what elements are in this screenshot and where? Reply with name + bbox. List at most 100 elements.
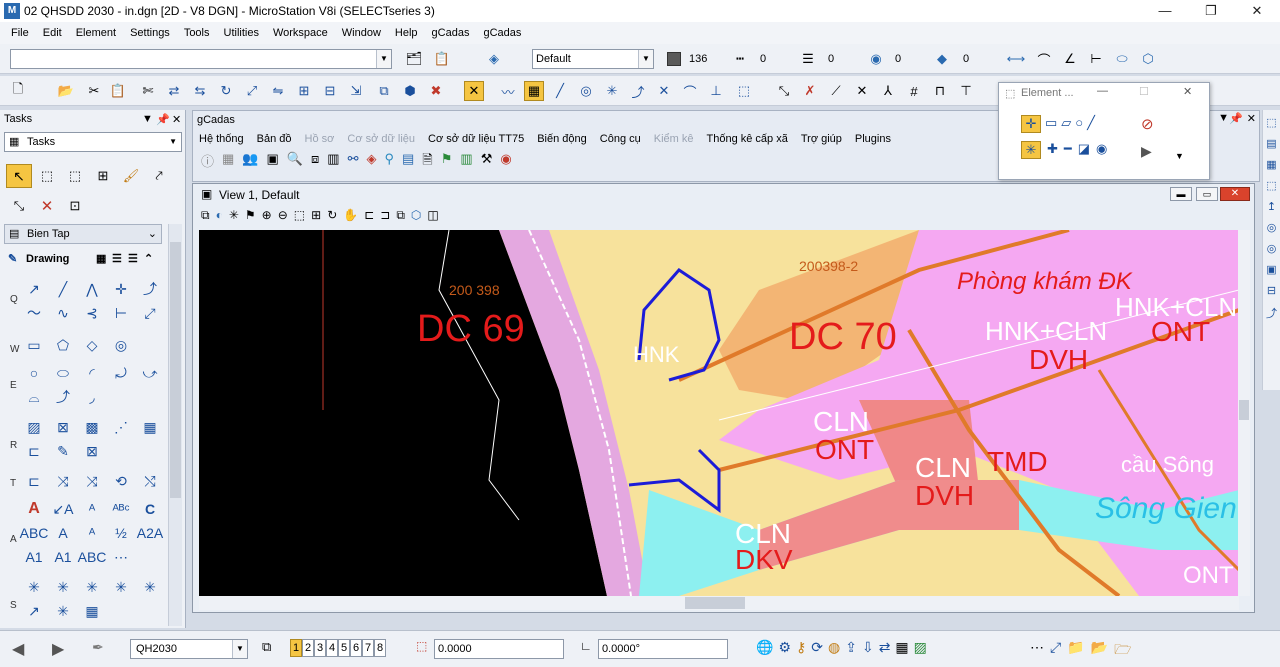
minimize-button[interactable]: — [1142,0,1188,22]
move-icon[interactable]: ⇄ [164,81,184,101]
gcadas-menu-he-thong[interactable]: Hệ thống [199,133,244,145]
place-circle-tool-icon[interactable]: ○ [22,362,46,384]
scale-tool-icon[interactable]: ⤡ [6,194,32,218]
rotation-field[interactable]: 0.0000 [434,639,564,659]
color-swatch-icon[interactable] [664,49,684,69]
menu-element[interactable]: Element [69,27,123,39]
badge-icon[interactable]: ◍ [828,639,840,656]
compare-icon[interactable]: ⇄ [879,639,891,656]
place-half-ellipse-icon[interactable]: ⤾ [109,362,133,384]
view-minimize-button[interactable]: ▬ [1170,187,1192,201]
horizontal-scroll-thumb[interactable] [685,597,745,609]
place-multiline-icon[interactable]: ⋀ [80,278,104,300]
users-icon[interactable]: 👥 [242,151,258,173]
scale-icon[interactable]: ⤢ [242,81,262,101]
group-icon[interactable]: ⧉ [374,81,394,101]
right-tool-4-icon[interactable]: ⬚ [1266,179,1276,192]
select-cell-icon[interactable]: ⤨ [51,470,75,492]
menu-utilities[interactable]: Utilities [217,27,266,39]
gcadas-menu-ban-do[interactable]: Bản đồ [257,133,292,145]
snap-origin-icon[interactable]: ✳ [138,576,162,598]
snap-keypoint-icon[interactable]: ✳ [51,576,75,598]
measure-icon[interactable]: ⊤ [956,81,976,101]
view-display-icon[interactable]: ✳ [229,208,239,223]
drop-cell-icon[interactable]: ⤭ [138,470,162,492]
gcadas-menu-plugins[interactable]: Plugins [855,133,891,145]
match-pattern-icon[interactable]: ⊏ [22,440,46,462]
place-line-tool-icon[interactable]: ╱ [51,278,75,300]
analyze-icon[interactable]: ⤤ [146,164,172,188]
linear-dimension-icon[interactable]: ⊢ [1086,49,1106,69]
mirror-icon[interactable]: ⇋ [268,81,288,101]
place-arc-icon[interactable]: ◜ [80,362,104,384]
copy-view-icon[interactable]: ⧉ [396,208,405,223]
right-tool-6-icon[interactable]: ◎ [1267,221,1277,234]
active-level-select[interactable]: ▼ [10,49,392,69]
folder-link-icon[interactable]: 🗁 [1114,639,1131,663]
grid-icon[interactable]: ▦ [222,151,234,173]
ruler-icon[interactable]: ⊓ [930,81,950,101]
change-text-icon[interactable]: C [138,498,162,520]
info-icon[interactable]: ⓘ [201,151,214,173]
element-fill-icon[interactable]: ◪ [1078,141,1090,159]
menu-gcadas-1[interactable]: gCadas [425,27,477,39]
view-group-icon[interactable]: ⧉ [262,639,271,655]
image-tool-icon[interactable]: ▨ [914,639,927,656]
detail-view-icon[interactable]: ☰ [128,250,138,268]
cut-icon[interactable]: ✂ [84,81,104,101]
menu-tools[interactable]: Tools [177,27,217,39]
new-file-icon[interactable]: 🗋 [8,81,28,101]
identify-cell-icon[interactable]: ⤨ [80,470,104,492]
view-4-button[interactable]: 4 [326,639,338,657]
stretch-status-icon[interactable]: ⤢ [1050,639,1061,663]
zoom-in-icon[interactable]: ⊕ [262,208,272,223]
element-line-icon[interactable]: ╱ [1087,115,1095,133]
arc-dimension-icon[interactable]: ⌒ [1034,49,1054,69]
transparency-icon[interactable]: ◉ [866,49,886,69]
pattern-icon[interactable]: ▩ [80,416,104,438]
dots-icon[interactable]: ⋯ [1030,639,1044,663]
display-mode-icon[interactable]: ◐ [216,208,223,223]
modify-arc-icon[interactable]: ⤻ [138,362,162,384]
right-tool-2-icon[interactable]: ▤ [1266,137,1276,150]
camera-icon[interactable]: ◫ [427,208,438,223]
download-icon[interactable]: ⇩ [862,639,874,656]
view-5-button[interactable]: 5 [338,639,350,657]
menu-window[interactable]: Window [335,27,388,39]
view-3-button[interactable]: 3 [314,639,326,657]
arc-radius-icon[interactable]: ⤴ [51,386,75,408]
place-orthogonal-icon[interactable]: ◇ [80,334,104,356]
right-tool-5-icon[interactable]: ↥ [1267,200,1276,213]
sync-icon[interactable]: ⟳ [811,639,823,656]
element-rectangle-icon[interactable]: ▭ [1045,115,1057,133]
place-ellipse-icon[interactable]: ⬭ [51,362,75,384]
place-curve-icon[interactable]: 〜 [22,302,46,324]
smartline-icon[interactable]: 〰 [498,81,518,101]
place-stream-icon[interactable]: ⤴ [138,278,162,300]
view-1-button[interactable]: 1 [290,639,302,657]
view-6-button[interactable]: 6 [350,639,362,657]
element-circle-icon[interactable]: ○ [1075,115,1083,133]
break-icon[interactable]: ⅄ [878,81,898,101]
map-flag-icon[interactable]: ⚑ [441,151,453,173]
circle-icon[interactable]: ◎ [576,81,596,101]
view-attributes-icon[interactable]: ⧉ [201,208,210,223]
panel-dropdown-icon[interactable]: ▼ [142,113,153,125]
frame-icon[interactable]: ⧈ [311,151,319,173]
layers-icon[interactable]: ◈ [366,151,376,173]
panel-scrollbar[interactable] [168,224,182,626]
trim-icon[interactable]: ⊥ [706,81,726,101]
view-horizontal-scrollbar[interactable] [199,596,1239,610]
menu-file[interactable]: File [4,27,36,39]
menu-help[interactable]: Help [388,27,425,39]
place-line-icon[interactable]: ▦ [524,81,544,101]
float-close-button[interactable]: ✕ [1183,85,1192,98]
network-icon[interactable]: ⚙ [778,639,791,656]
menu-settings[interactable]: Settings [123,27,177,39]
line-weight-icon[interactable]: ☰ [798,49,818,69]
view-vertical-scrollbar[interactable] [1238,230,1250,596]
pin-icon[interactable]: 📌 [156,113,170,126]
gcadas-menu-co-so-du-lieu[interactable]: Cơ sở dữ liệu [347,133,415,145]
spell-check-icon[interactable]: ᴬ [80,522,104,544]
rotate-icon[interactable]: ↻ [216,81,236,101]
